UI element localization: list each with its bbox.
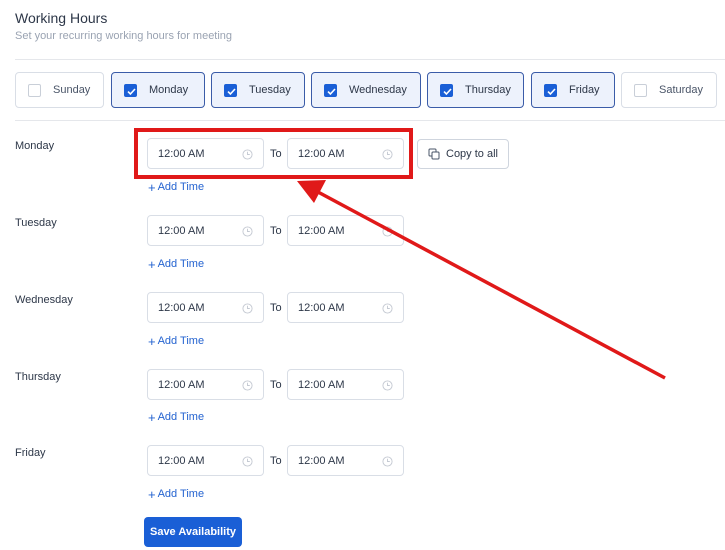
page-title: Working Hours [15, 10, 108, 26]
to-label: To [270, 455, 282, 467]
add-time-link[interactable]: + Add Time [148, 179, 205, 195]
check-icon [127, 88, 136, 96]
check-icon [443, 88, 452, 96]
annotation-highlight-box [134, 128, 413, 179]
end-time-field[interactable] [287, 445, 404, 476]
row-label-wednesday: Wednesday [15, 294, 73, 306]
day-label: Thursday [465, 84, 511, 96]
header: Working Hours Set your recurring working… [15, 10, 232, 43]
start-time-field[interactable] [147, 445, 264, 476]
checkbox[interactable] [28, 84, 41, 97]
add-time-label: Add Time [157, 335, 205, 347]
clock-icon [242, 303, 253, 314]
copy-to-all-button[interactable]: Copy to all [417, 139, 509, 169]
day-toggle-wednesday[interactable]: Wednesday [311, 72, 421, 108]
day-label: Saturday [659, 84, 704, 96]
checkbox[interactable] [124, 84, 137, 97]
plus-icon: + [148, 179, 156, 195]
plus-icon: + [148, 409, 156, 425]
save-availability-button[interactable]: Save Availability [144, 517, 242, 547]
start-time-field[interactable] [147, 292, 264, 323]
check-icon [547, 88, 556, 96]
add-time-label: Add Time [157, 411, 205, 423]
day-label: Monday [149, 84, 189, 96]
row-label-thursday: Thursday [15, 371, 61, 383]
page-subtitle: Set your recurring working hours for mee… [15, 30, 233, 42]
clock-icon [382, 456, 393, 467]
to-label: To [270, 302, 282, 314]
start-time-field[interactable] [147, 369, 264, 400]
divider [15, 120, 725, 121]
divider [15, 59, 725, 60]
checkbox[interactable] [440, 84, 453, 97]
row-label-friday: Friday [15, 447, 46, 459]
add-time-link[interactable]: + Add Time [148, 486, 205, 502]
day-toggle-monday[interactable]: Monday [111, 72, 205, 108]
day-toggle-thursday[interactable]: Thursday [427, 72, 524, 108]
day-label: Wednesday [349, 84, 407, 96]
clock-icon [242, 456, 253, 467]
checkbox[interactable] [224, 84, 237, 97]
add-time-link[interactable]: + Add Time [148, 409, 205, 425]
add-time-label: Add Time [157, 181, 205, 193]
day-label: Tuesday [249, 84, 291, 96]
day-toggle-friday[interactable]: Friday [531, 72, 615, 108]
clock-icon [242, 380, 253, 391]
clock-icon [382, 303, 393, 314]
plus-icon: + [148, 256, 156, 272]
day-toggle-tuesday[interactable]: Tuesday [211, 72, 305, 108]
to-label: To [270, 379, 282, 391]
checkbox[interactable] [634, 84, 647, 97]
day-toggle-saturday[interactable]: Saturday [621, 72, 717, 108]
day-toggle-sunday[interactable]: Sunday [15, 72, 104, 108]
clock-icon [382, 380, 393, 391]
checkbox[interactable] [324, 84, 337, 97]
copy-icon [428, 148, 440, 160]
plus-icon: + [148, 486, 156, 502]
check-icon [327, 88, 336, 96]
day-label: Sunday [53, 84, 91, 96]
check-icon [227, 88, 236, 96]
copy-to-all-label: Copy to all [446, 148, 498, 160]
plus-icon: + [148, 333, 156, 349]
add-time-link[interactable]: + Add Time [148, 333, 205, 349]
to-label: To [270, 225, 282, 237]
start-time-field[interactable] [147, 215, 264, 246]
add-time-label: Add Time [157, 258, 205, 270]
end-time-field[interactable] [287, 215, 404, 246]
add-time-link[interactable]: + Add Time [148, 256, 205, 272]
day-label: Friday [569, 84, 600, 96]
end-time-field[interactable] [287, 292, 404, 323]
add-time-label: Add Time [157, 488, 205, 500]
checkbox[interactable] [544, 84, 557, 97]
row-label-monday: Monday [15, 140, 55, 152]
clock-icon [242, 226, 253, 237]
end-time-field[interactable] [287, 369, 404, 400]
row-label-tuesday: Tuesday [15, 217, 57, 229]
clock-icon [382, 226, 393, 237]
